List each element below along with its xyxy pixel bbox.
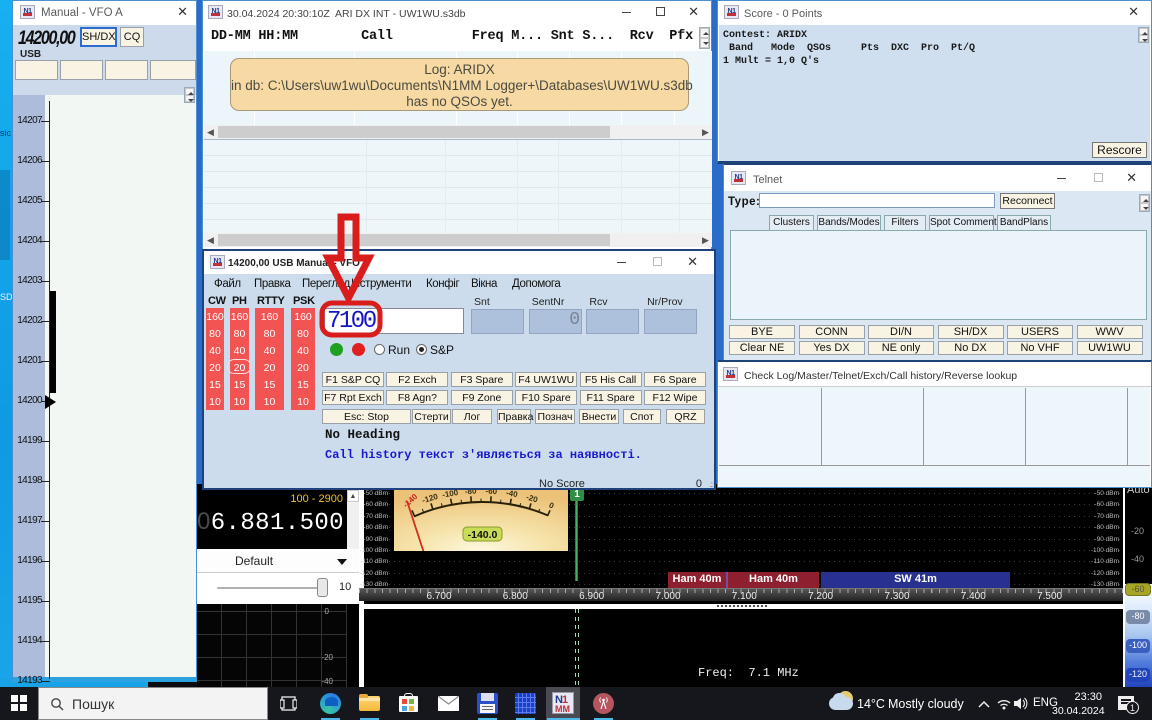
svg-text:-60: -60 <box>485 489 498 496</box>
svg-text:-140.0: -140.0 <box>468 529 498 541</box>
svg-text:-80: -80 <box>465 489 478 496</box>
